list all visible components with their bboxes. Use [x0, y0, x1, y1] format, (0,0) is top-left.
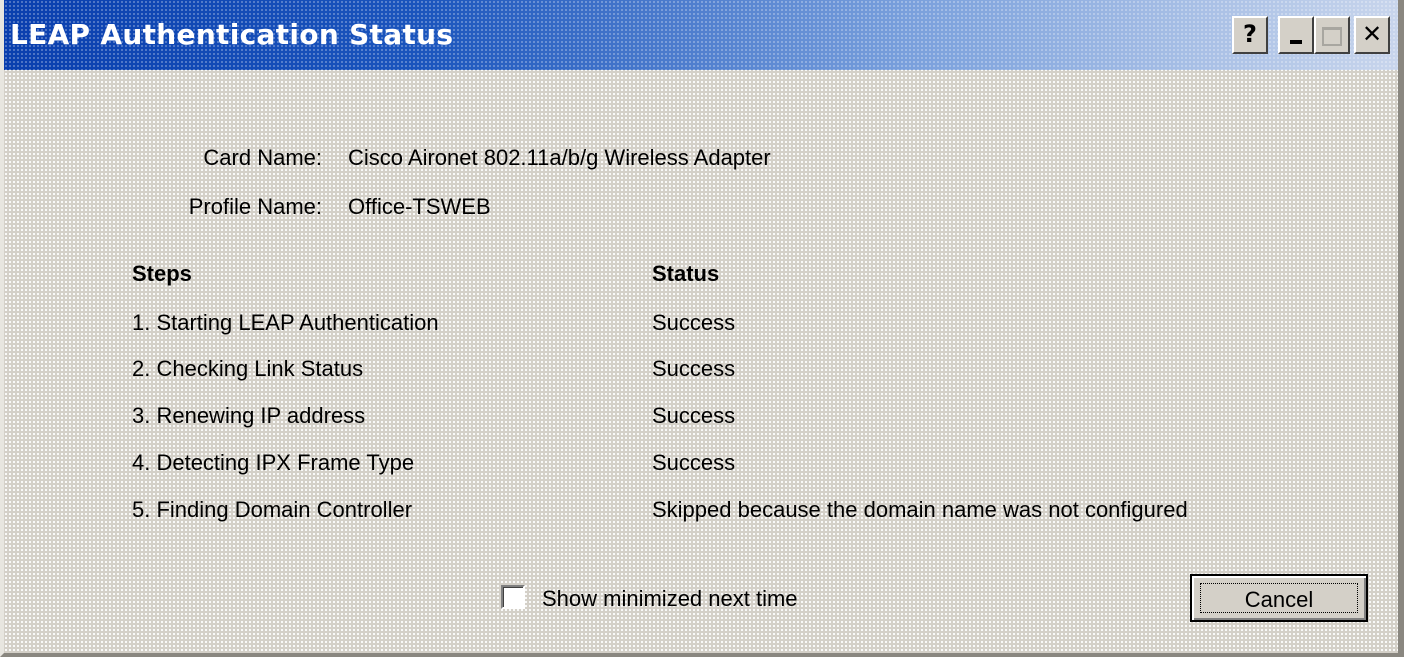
maximize-button [1314, 16, 1350, 54]
close-button[interactable]: ✕ [1354, 16, 1390, 54]
step-label-4: 4. Detecting IPX Frame Type [132, 450, 415, 475]
card-name-label: Card Name: [203, 145, 322, 170]
leap-status-dialog: LEAP Authentication Status ? ✕ Card Name… [0, 0, 1404, 657]
step-status-5: Skipped because the domain name was not … [652, 497, 1188, 522]
steps-header: Steps [132, 261, 192, 286]
step-status-2: Success [652, 356, 736, 381]
step-label-2: 2. Checking Link Status [132, 356, 364, 381]
status-header: Status [652, 261, 720, 286]
minimize-icon [1290, 40, 1302, 44]
minimize-button[interactable] [1278, 16, 1314, 54]
step-status-4: Success [652, 450, 736, 475]
profile-name-value: Office-TSWEB [348, 194, 491, 219]
show-minimized-label[interactable]: Show minimized next time [542, 586, 798, 612]
card-name-value: Cisco Aironet 802.11a/b/g Wireless Adapt… [348, 145, 771, 170]
close-icon: ✕ [1361, 20, 1383, 48]
cancel-button[interactable]: Cancel [1190, 574, 1368, 622]
cancel-button-label: Cancel [1244, 587, 1314, 612]
step-status-3: Success [652, 403, 736, 428]
step-label-3: 3. Renewing IP address [132, 403, 366, 428]
step-label-5: 5. Finding Domain Controller [132, 497, 413, 522]
help-button[interactable]: ? [1232, 16, 1268, 54]
step-label-1: 1. Starting LEAP Authentication [132, 310, 439, 335]
window-title: LEAP Authentication Status [10, 18, 454, 51]
step-status-1: Success [652, 310, 736, 335]
profile-name-label: Profile Name: [188, 194, 322, 219]
maximize-icon [1322, 27, 1342, 46]
show-minimized-checkbox[interactable] [501, 585, 525, 609]
title-bar[interactable]: LEAP Authentication Status ? ✕ [4, 0, 1398, 70]
